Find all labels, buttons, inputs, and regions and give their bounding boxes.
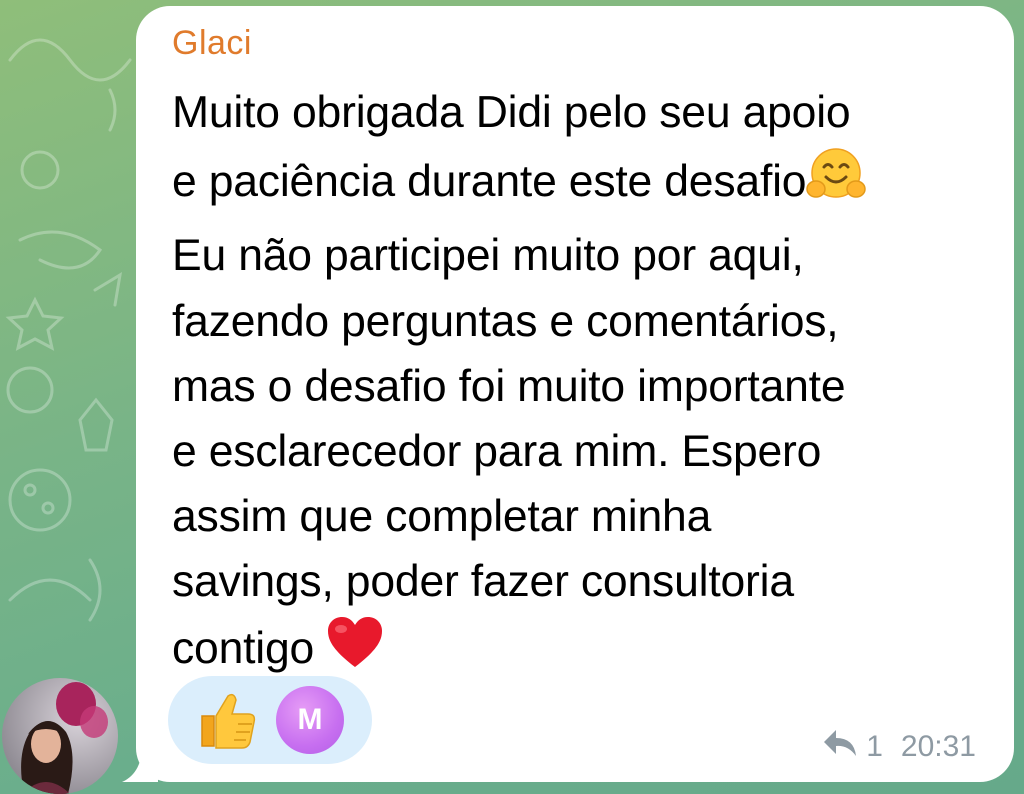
message-line: assim que completar minha — [172, 484, 1002, 549]
hugging-face-emoji — [806, 145, 867, 223]
message-line: fazendo perguntas e comentários, — [172, 289, 1002, 354]
message-line: savings, poder fazer consultoria — [172, 549, 1002, 614]
message-meta: 1 20:31 — [822, 728, 976, 766]
message-line-text: contigo — [172, 623, 315, 673]
message-line: mas o desafio foi muito importante — [172, 354, 1002, 419]
reply-arrow-icon[interactable] — [822, 728, 858, 766]
thumbs-up-icon — [196, 690, 258, 750]
reaction-pill[interactable]: M — [168, 676, 372, 764]
message-line: Eu não participei muito por aqui, — [172, 223, 1002, 288]
message-text: Muito obrigada Didi pelo seu apoio e pac… — [172, 80, 1002, 687]
message-line-text: fazendo perguntas e comentários, — [172, 296, 839, 346]
message-time: 20:31 — [900, 730, 976, 763]
reactor-avatar[interactable]: M — [276, 686, 344, 754]
message-line-text: Muito obrigada Didi pelo seu apoio — [172, 88, 851, 137]
message-line: e paciência durante este desafio — [172, 145, 1002, 223]
message-line-text: assim que completar minha — [172, 492, 712, 542]
message-line-text: mas o desafio foi muito importante — [172, 361, 846, 411]
message-line-text: e paciência durante este desafio — [172, 157, 807, 207]
sender-avatar[interactable] — [2, 678, 118, 794]
message-line-text: savings, poder fazer consultoria — [172, 557, 794, 607]
message-line-text: Eu não participei muito por aqui, — [172, 231, 804, 281]
message-line: Muito obrigada Didi pelo seu apoio — [172, 80, 1002, 145]
reply-count[interactable]: 1 — [866, 730, 883, 764]
message-line: e esclarecedor para mim. Espero — [172, 419, 1002, 484]
message-line-text: e esclarecedor para mim. Espero — [172, 427, 822, 477]
sender-name[interactable]: Glaci — [172, 24, 252, 63]
message-bubble[interactable]: Glaci Muito obrigada Didi pelo seu apoio… — [136, 6, 1014, 782]
